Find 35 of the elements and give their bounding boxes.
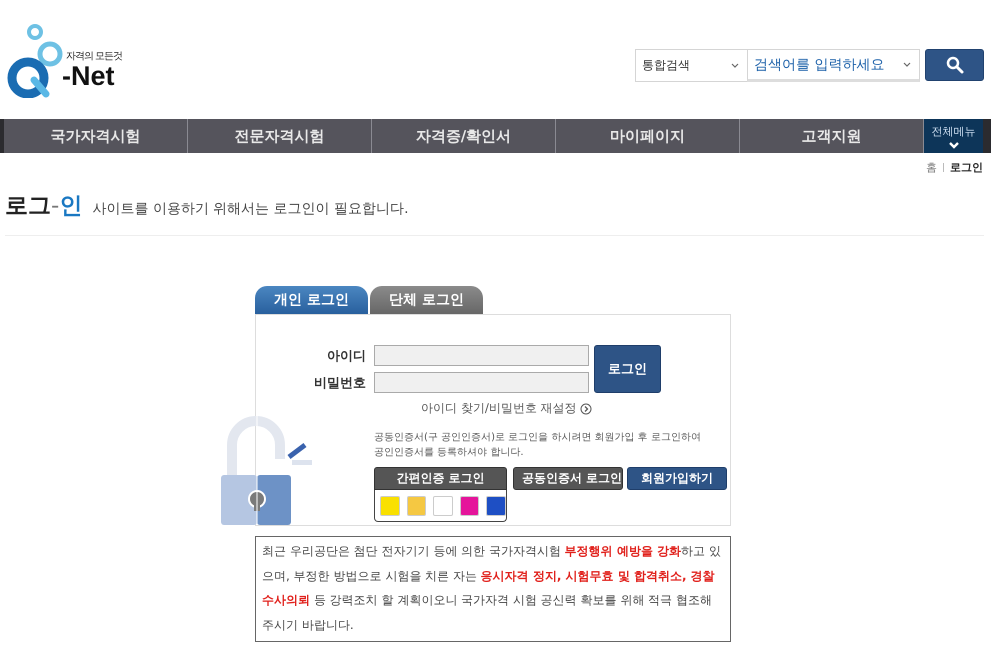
logo-tagline: 자격의 모든것: [66, 50, 122, 63]
page-title: 로그-인: [5, 192, 82, 221]
login-tab[interactable]: 단체 로그인: [370, 286, 483, 314]
chevron-down-icon: [731, 63, 739, 68]
search-field[interactable]: 검색어를 입력하세요: [747, 49, 920, 82]
breadcrumb-link[interactable]: 홈: [926, 160, 937, 175]
action-button[interactable]: 공동인증서 로그인: [513, 467, 623, 490]
login-tab[interactable]: 개인 로그인: [255, 286, 368, 314]
action-button[interactable]: 회원가입하기: [627, 467, 727, 490]
search-scope-select[interactable]: 통합검색: [635, 49, 747, 82]
nav-item[interactable]: 자격증/확인서: [372, 119, 556, 153]
chevron-down-icon: [903, 62, 911, 67]
nav-item[interactable]: 국가자격시험: [4, 119, 188, 153]
field-label: 비밀번호: [313, 374, 366, 392]
provider-icon[interactable]: [486, 496, 506, 516]
chevron-down-icon: [948, 140, 960, 148]
search-icon: [946, 56, 964, 74]
all-menu-button[interactable]: 전체메뉴: [924, 119, 983, 153]
find-account-link[interactable]: 아이디 찾기/비밀번호 재설정: [421, 400, 577, 417]
search-button[interactable]: [925, 49, 984, 81]
input-field[interactable]: [374, 345, 589, 366]
logo[interactable]: 자격의 모든것 -Net: [4, 20, 122, 98]
provider-icon[interactable]: [460, 496, 480, 516]
logo-wordmark: -Net: [62, 63, 116, 90]
notice-text: 최근 우리공단은 첨단 전자기기 등에 의한 국가자격시험 부정행위 예방을 강화하고 있으며, 부정한 방법으로 시험을 치른 자는 응시자격 정지, 시험무효 및 합격취소, 경찰 수사의뢰 등 강력조치 할 계획이오니 국가자격 시험 공신력 확보를 위해 적극 협조해주시기 바랍니다.: [255, 536, 731, 642]
certificate-note: 공동인증서(구 공인인증서)로 로그인을 하시려면 회원가입 후 로그인하여 공인인증서를 등록하셔야 합니다.: [374, 431, 702, 460]
input-field[interactable]: [374, 372, 589, 393]
breadcrumb-link[interactable]: 로그인: [950, 160, 983, 175]
nav-item[interactable]: 마이페이지: [556, 119, 740, 153]
nav-item[interactable]: 전문자격시험: [188, 119, 372, 153]
nav-item[interactable]: 고객지원: [740, 119, 924, 153]
simple-auth-button[interactable]: 간편인증 로그인: [374, 467, 507, 490]
page-subtitle: 사이트를 이용하기 위해서는 로그인이 필요합니다.: [92, 200, 409, 218]
field-label: 아이디: [326, 348, 366, 364]
login-button[interactable]: 로그인: [594, 345, 661, 393]
